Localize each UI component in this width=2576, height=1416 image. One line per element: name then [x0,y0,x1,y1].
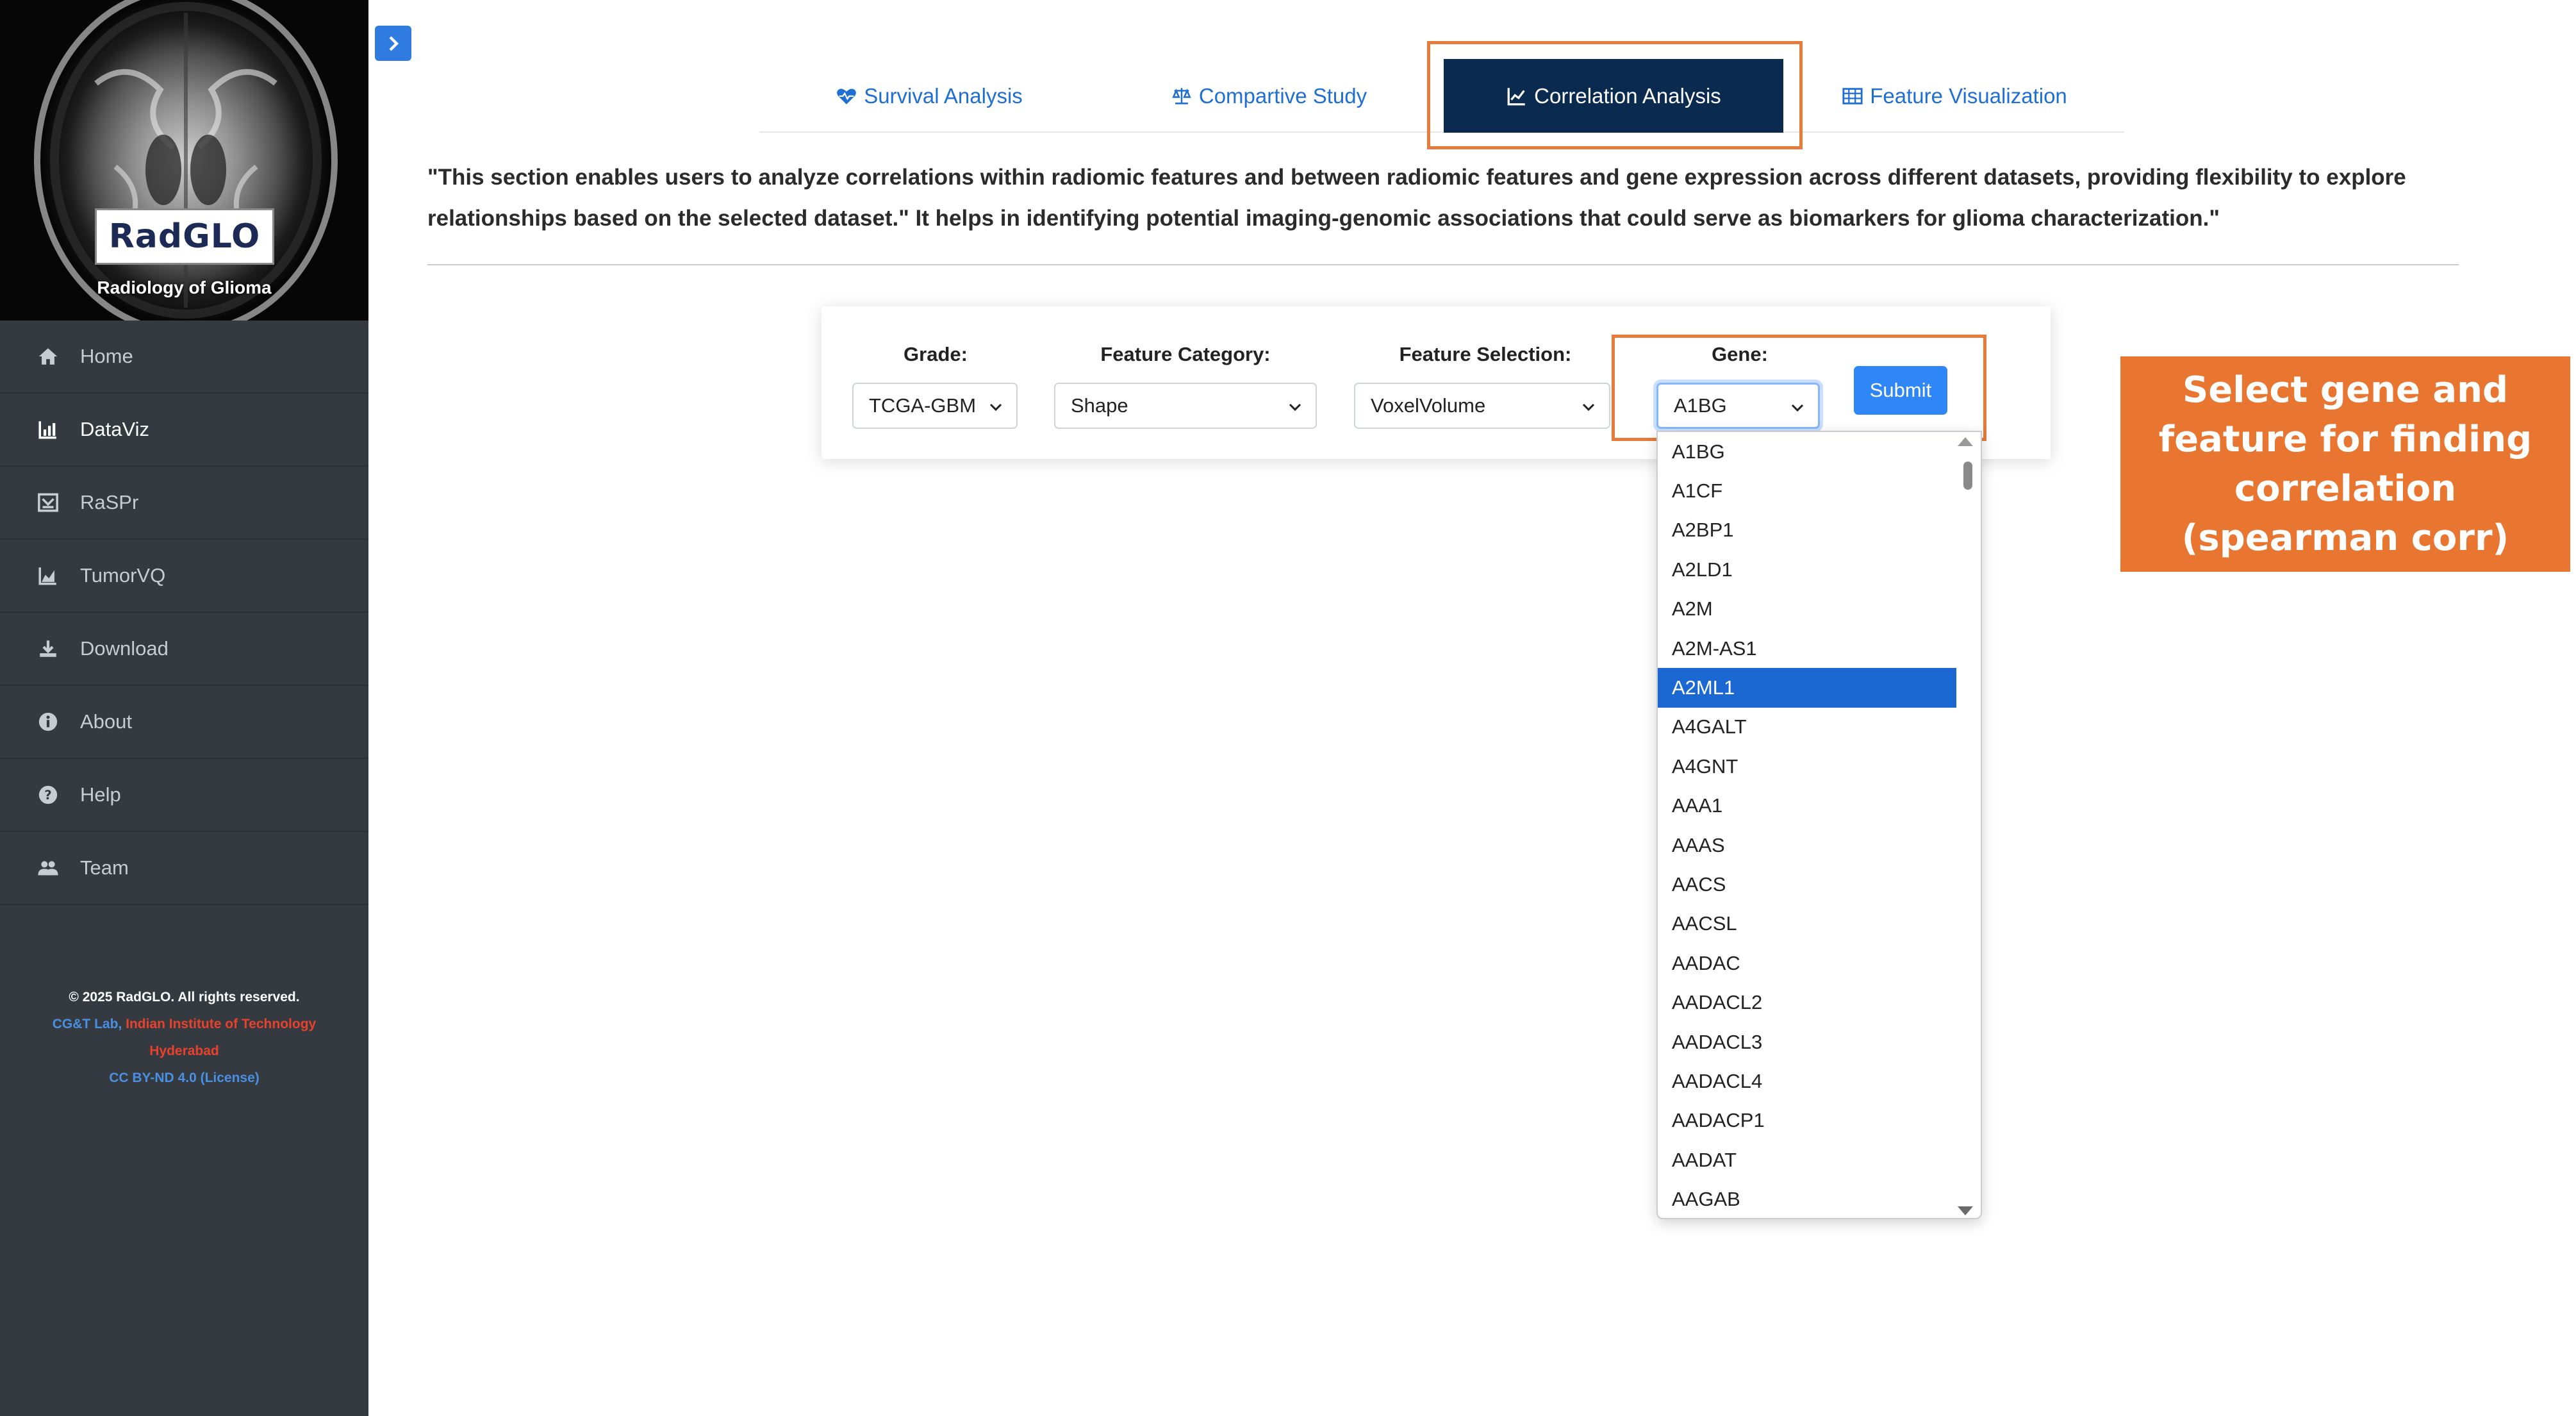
gene-option[interactable]: A2M-AS1 [1658,629,1958,668]
copyright-text: © 2025 RadGLO. All rights reserved. [69,990,300,1004]
network-icon [35,490,61,515]
users-icon [35,855,61,881]
sidebar-item-label: Team [80,856,129,879]
gene-option[interactable]: AAAS [1658,826,1958,865]
chevron-down-icon [1289,403,1301,412]
tab-label: Survival Analysis [864,83,1023,108]
gene-option[interactable]: AADACL3 [1658,1022,1958,1062]
gene-option[interactable]: AADAC [1658,944,1958,983]
feature-category-label: Feature Category: [1100,343,1271,365]
gene-option[interactable]: AACSL [1658,904,1958,944]
gene-option[interactable]: A4GALT [1658,708,1958,747]
institute-link[interactable]: Indian Institute of Technology [126,1017,316,1031]
feature-selection-label: Feature Selection: [1399,343,1572,365]
chevron-down-icon [1582,403,1595,412]
sidebar-item-raspr[interactable]: RaSPr [0,467,368,540]
sidebar-item-tumorvq[interactable]: TumorVQ [0,540,368,613]
feature-selection-value: VoxelVolume [1371,394,1486,417]
gene-option[interactable]: AADACL4 [1658,1062,1958,1101]
gene-option[interactable]: A4GNT [1658,747,1958,786]
gene-option[interactable]: A2LD1 [1658,550,1958,589]
chevron-down-icon [989,403,1002,412]
gene-option[interactable]: A1BG [1658,432,1958,471]
gene-option[interactable]: AAGAB [1658,1180,1958,1218]
brand-title: RadGLO [108,217,261,256]
dropdown-scrollbar[interactable] [1956,432,1981,1218]
gene-option[interactable]: A2M [1658,590,1958,629]
sidebar-item-about[interactable]: About [0,686,368,759]
table-icon [1842,87,1863,104]
brand-logo[interactable]: RadGLO Radiology of Glioma [0,0,368,321]
gene-dropdown-list[interactable]: A1BG A1CF A2BP1 A2LD1 A2M A2M-AS1 A2ML1 … [1656,431,1982,1219]
sidebar-item-label: Help [80,783,121,806]
area-chart-icon [35,563,61,588]
sidebar-item-label: RaSPr [80,491,139,513]
sidebar-item-label: TumorVQ [80,564,166,587]
sidebar-item-label: DataViz [80,418,149,440]
sidebar-item-download[interactable]: Download [0,613,368,686]
sidebar-item-label: Download [80,637,169,660]
scroll-up-arrow-icon[interactable] [1958,437,1973,446]
home-icon [35,344,61,369]
tab-highlight-box [1427,41,1803,149]
mri-brain-image [34,0,338,321]
info-icon [35,709,61,735]
tab-feature-visualization[interactable]: Feature Visualization [1785,59,2124,133]
tab-label: Compartive Study [1198,83,1367,108]
section-description: "This section enables users to analyze c… [427,165,2406,231]
gene-option-highlighted[interactable]: A2ML1 [1658,668,1958,708]
logo-box: RadGLO [95,208,274,265]
sidebar: RadGLO Radiology of Glioma Home DataViz … [0,0,368,1416]
divider [427,264,2459,265]
gene-option[interactable]: AADACL2 [1658,983,1958,1022]
feature-category-select[interactable]: Shape [1054,383,1317,429]
sidebar-item-help[interactable]: ? Help [0,759,368,832]
sidebar-item-home[interactable]: Home [0,321,368,394]
gene-highlight-box [1612,335,1986,441]
tab-label: Feature Visualization [1870,83,2067,108]
question-icon: ? [35,782,61,808]
brand-subtitle: Radiology of Glioma [97,278,272,297]
scrollbar-thumb[interactable] [1963,462,1972,490]
gene-option[interactable]: AADAT [1658,1140,1958,1179]
gene-option[interactable]: AADACP1 [1658,1101,1958,1140]
grade-select-value: TCGA-GBM [869,394,977,417]
tab-compartive-study[interactable]: Compartive Study [1099,59,1439,133]
heartbeat-icon [837,88,857,104]
grade-select[interactable]: TCGA-GBM [852,383,1018,429]
sidebar-toggle-button[interactable] [375,26,411,61]
grade-label: Grade: [904,343,968,365]
license-link[interactable]: CC BY-ND 4.0 (License) [0,1065,368,1092]
gene-option[interactable]: AACS [1658,865,1958,904]
annotation-callout: Select gene and feature for finding corr… [2120,356,2570,572]
scroll-down-arrow-icon[interactable] [1958,1206,1973,1215]
chevron-right-icon [388,35,399,51]
sidebar-item-team[interactable]: Team [0,832,368,905]
sidebar-item-label: About [80,710,133,733]
sidebar-footer: © 2025 RadGLO. All rights reserved. CG&T… [0,984,368,1092]
sidebar-item-dataviz[interactable]: DataViz [0,394,368,467]
institute-city[interactable]: Hyderabad [0,1038,368,1065]
gene-option[interactable]: AAA1 [1658,787,1958,826]
sidebar-item-label: Home [80,345,133,367]
download-icon [35,636,61,662]
feature-category-value: Shape [1071,394,1128,417]
gene-option[interactable]: A2BP1 [1658,511,1958,550]
svg-text:?: ? [44,788,52,803]
gene-option[interactable]: A1CF [1658,471,1958,510]
bar-chart-icon [35,417,61,442]
feature-selection-select[interactable]: VoxelVolume [1354,383,1610,429]
lab-link[interactable]: CG&T Lab, [53,1017,122,1031]
tab-survival-analysis[interactable]: Survival Analysis [759,59,1099,133]
balance-scale-icon [1172,87,1191,104]
